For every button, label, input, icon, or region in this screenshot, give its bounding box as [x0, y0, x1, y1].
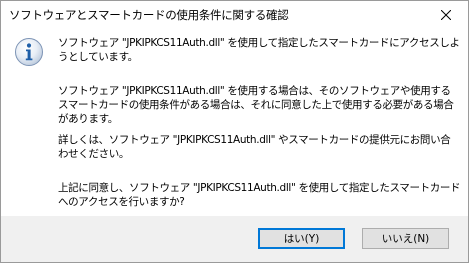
message-line: 上記に同意し、ソフトウェア "JPKIPKCS11Auth.dll" を使用して…	[58, 182, 461, 194]
message-line: ソフトウェア "JPKIPKCS11Auth.dll" を使用して指定したスマー…	[58, 37, 460, 49]
message-paragraph-3: 詳しくは、ソフトウェア "JPKIPKCS11Auth.dll" やスマートカー…	[58, 133, 463, 161]
close-icon	[440, 9, 451, 20]
message-paragraph-2: ソフトウェア "JPKIPKCS11Auth.dll" を使用する場合は、そのソ…	[58, 84, 463, 126]
no-button[interactable]: いいえ(N)	[362, 228, 449, 249]
message-line: スマートカードの使用条件がある場合は、それに同意した上で使用する必要がある場合	[58, 99, 454, 111]
yes-button[interactable]: はい(Y)	[258, 228, 345, 249]
button-bar: はい(Y) いいえ(N)	[1, 216, 468, 262]
message-line: うとしています。	[58, 51, 138, 63]
message-paragraph-1: ソフトウェア "JPKIPKCS11Auth.dll" を使用して指定したスマー…	[58, 36, 463, 64]
confirmation-question: 上記に同意し、ソフトウェア "JPKIPKCS11Auth.dll" を使用して…	[58, 181, 463, 209]
info-icon	[15, 38, 43, 66]
message-line: へのアクセスを行いますか?	[58, 196, 185, 208]
close-button[interactable]	[423, 1, 468, 28]
confirmation-dialog: ソフトウェアとスマートカードの使用条件に関する確認 ソフトウェア "JPKIPK…	[0, 0, 469, 263]
title-bar[interactable]: ソフトウェアとスマートカードの使用条件に関する確認	[1, 1, 468, 28]
message-line: ソフトウェア "JPKIPKCS11Auth.dll" を使用する場合は、そのソ…	[58, 85, 451, 97]
dialog-content: ソフトウェア "JPKIPKCS11Auth.dll" を使用して指定したスマー…	[1, 28, 468, 216]
dialog-title: ソフトウェアとスマートカードの使用条件に関する確認	[9, 8, 289, 22]
message-line: 詳しくは、ソフトウェア "JPKIPKCS11Auth.dll" やスマートカー…	[58, 134, 451, 146]
message-line: わせください。	[58, 148, 130, 160]
message-line: があります。	[58, 113, 118, 125]
